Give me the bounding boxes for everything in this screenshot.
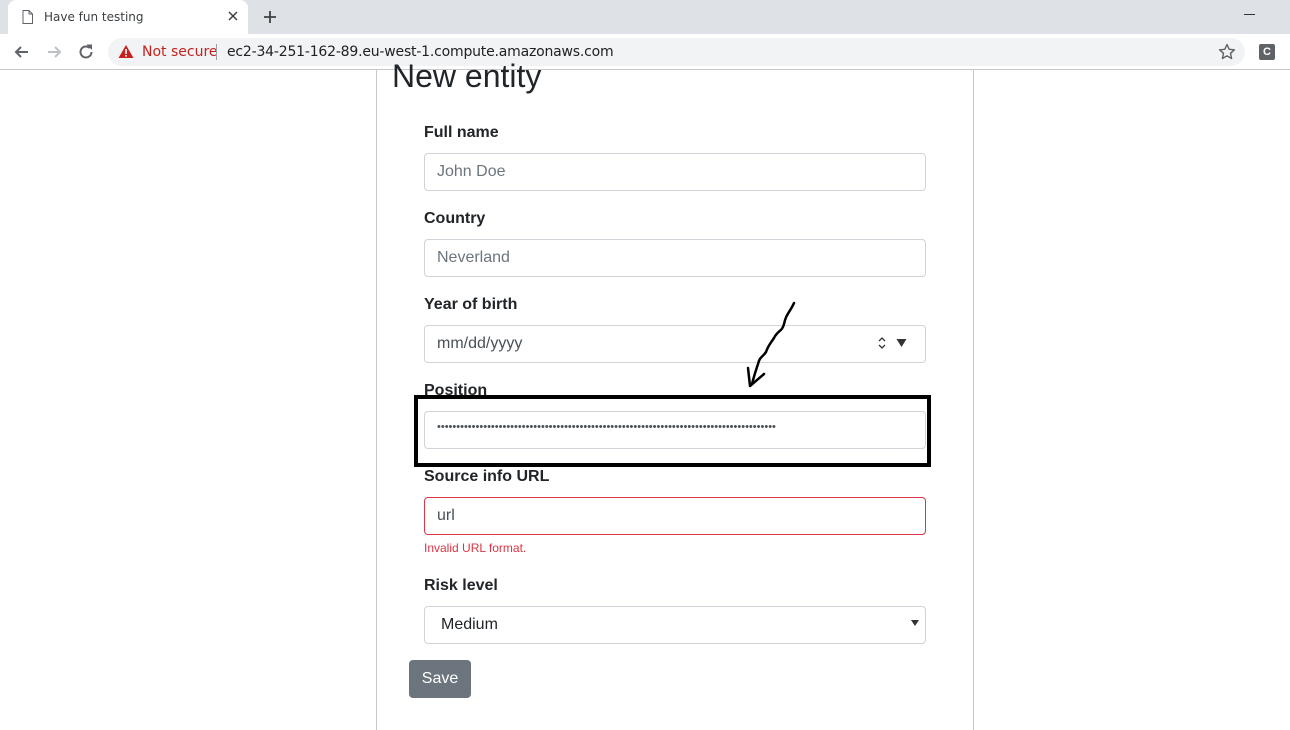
reload-icon[interactable]: [76, 42, 96, 62]
year-of-birth-label: Year of birth: [424, 296, 518, 313]
chevron-down-icon: [911, 620, 919, 626]
source-url-label: Source info URL: [424, 468, 550, 485]
new-tab-icon[interactable]: [262, 9, 278, 25]
address-bar[interactable]: Not secure ec2-34-251-162-89.eu-west-1.c…: [108, 38, 1245, 66]
browser-toolbar: Not secure ec2-34-251-162-89.eu-west-1.c…: [0, 34, 1290, 70]
country-label: Country: [424, 210, 486, 227]
annotation-arrow-icon: [746, 301, 796, 388]
tab-strip: Have fun testing: [0, 0, 1290, 34]
year-of-birth-input[interactable]: mm/dd/yyyy: [424, 325, 926, 363]
extension-icon[interactable]: C: [1259, 44, 1275, 60]
back-arrow-icon[interactable]: [12, 42, 32, 62]
url-error-message: Invalid URL format.: [424, 541, 527, 555]
bookmark-star-icon[interactable]: [1218, 43, 1236, 61]
warning-icon[interactable]: [118, 44, 134, 59]
risk-level-label: Risk level: [424, 577, 498, 594]
not-secure-label[interactable]: Not secure: [142, 44, 218, 60]
page-title: New entity: [392, 58, 542, 94]
page-icon: [22, 10, 33, 24]
annotation-highlight-box: [414, 395, 931, 467]
source-url-input[interactable]: url: [424, 497, 926, 535]
minimize-window-icon[interactable]: [1244, 14, 1255, 15]
country-input[interactable]: Neverland: [424, 239, 926, 277]
forward-arrow-icon[interactable]: [44, 42, 64, 62]
full-name-input[interactable]: John Doe: [424, 153, 926, 191]
full-name-label: Full name: [424, 124, 499, 141]
browser-tab[interactable]: Have fun testing: [8, 0, 248, 34]
save-button[interactable]: Save: [409, 660, 471, 698]
address-divider: [216, 44, 217, 60]
close-tab-icon[interactable]: [226, 9, 240, 23]
tab-title: Have fun testing: [44, 10, 144, 24]
date-dropdown-icon[interactable]: [896, 338, 907, 348]
risk-level-select[interactable]: Medium: [424, 606, 926, 644]
date-spinner-icon[interactable]: [876, 333, 888, 353]
